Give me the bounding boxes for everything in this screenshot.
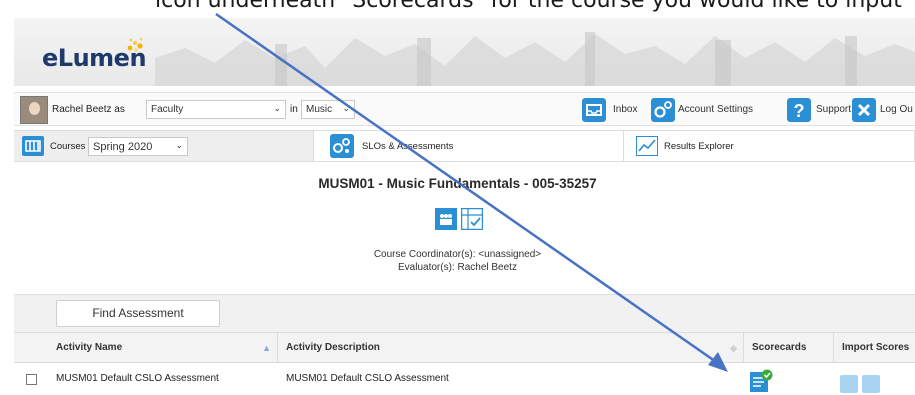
results-chart-icon [636,136,658,156]
column-scorecards: Scorecards [744,333,834,363]
chevron-down-icon: ⌄ [273,103,281,113]
column-activity-name[interactable]: Activity Name ▲ [48,333,278,363]
find-toolbar: Find Assessment [14,294,915,332]
header-banner: eLumen [14,18,915,86]
import-upload-icon[interactable] [862,375,880,393]
sort-icon: ◆ [730,343,737,353]
term-select[interactable]: Spring 2020 ⌄ [88,137,188,156]
activity-name-cell: MUSM01 Default CSLO Assessment [56,373,219,384]
instruction-caption: icon underneath "Scorecards" for the cou… [155,0,902,13]
course-staff-info: Course Coordinator(s): <unassigned> Eval… [0,248,915,274]
role-select[interactable]: Faculty ⌄ [146,100,286,119]
logout-link[interactable]: Log Ou [880,104,913,115]
chevron-down-icon: ⌄ [175,140,183,150]
coordinator-text: Course Coordinator(s): <unassigned> [373,249,542,260]
tab-slos-assessments[interactable]: SLOs & Assessments [314,131,624,161]
user-avatar [20,96,48,124]
table-header: Activity Name ▲ Activity Description ◆ S… [14,332,915,363]
evaluator-text: Evaluator(s): Rachel Beetz [398,262,517,273]
user-name: Rachel Beetz as [52,104,125,115]
column-import-scores: Import Scores [842,342,910,353]
tab-courses[interactable]: Courses Spring 2020 ⌄ [14,131,314,161]
table-row: MUSM01 Default CSLO Assessment MUSM01 De… [14,363,915,395]
people-group-icon[interactable] [435,208,457,230]
svg-text:?: ? [794,101,805,121]
department-select[interactable]: Music ⌄ [301,100,355,119]
user-bar: Rachel Beetz as Faculty ⌄ in Music ⌄ Inb… [14,92,915,126]
main-nav: Courses Spring 2020 ⌄ SLOs & Assessments… [14,130,915,162]
elumen-logo[interactable]: eLumen [42,37,147,72]
chevron-down-icon: ⌄ [342,103,350,113]
courses-icon [22,136,44,156]
sort-up-icon: ▲ [262,343,271,353]
find-assessment-button[interactable]: Find Assessment [56,300,220,327]
support-question-icon[interactable]: ? [787,98,811,122]
settings-gears-icon[interactable] [651,98,675,122]
course-title: MUSM01 - Music Fundamentals - 005-35257 [318,176,597,191]
activity-description-cell: MUSM01 Default CSLO Assessment [286,373,449,384]
account-settings-link[interactable]: Account Settings [678,104,753,115]
column-activity-description[interactable]: Activity Description ◆ [278,333,744,363]
inbox-link[interactable]: Inbox [613,104,637,115]
campus-skyline-graphic [155,32,915,86]
row-checkbox[interactable] [26,374,37,385]
logout-close-icon[interactable] [852,98,876,122]
inbox-icon[interactable] [582,98,606,122]
checklist-icon[interactable] [461,208,483,230]
in-label: in [290,104,298,115]
import-scores-icon[interactable] [840,375,858,393]
slos-icon [330,134,354,158]
logo-dots-icon [127,37,143,52]
support-link[interactable]: Support [816,104,851,115]
scorecard-icon[interactable] [749,369,773,393]
tab-results-explorer[interactable]: Results Explorer [624,131,915,161]
